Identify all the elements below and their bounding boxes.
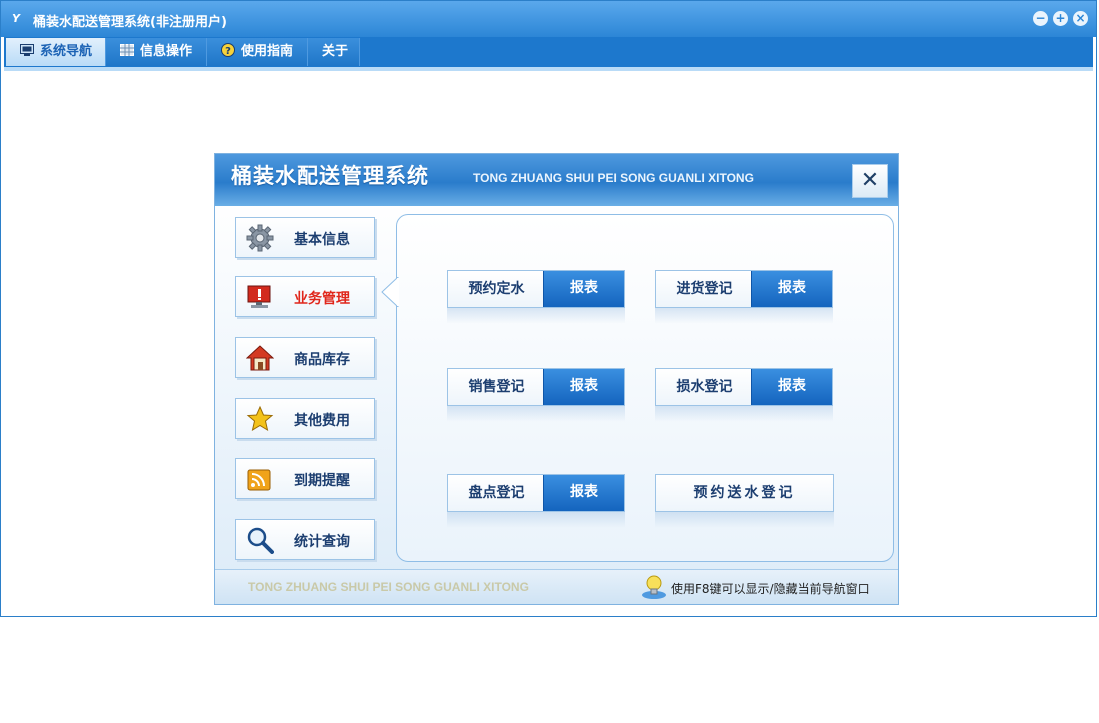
lightbulb-icon bbox=[642, 575, 666, 599]
button-reflection bbox=[655, 308, 833, 324]
nav-label: 商品库存 bbox=[294, 352, 350, 368]
grid-icon bbox=[120, 44, 134, 56]
nav-basic-info[interactable]: 基本信息 bbox=[235, 217, 375, 258]
sales-register-report-button[interactable]: 报表 bbox=[543, 369, 624, 405]
sales-register-button[interactable]: 销售登记 报表 bbox=[447, 368, 625, 406]
help-icon: ? bbox=[221, 43, 235, 57]
tab-system-navigation[interactable]: 系统导航 bbox=[6, 38, 106, 66]
app-logo-icon: Y bbox=[12, 12, 20, 25]
nav-label: 统计查询 bbox=[294, 534, 350, 550]
function-label: 进货登记 bbox=[676, 281, 733, 297]
stocktake-register-report-button[interactable]: 报表 bbox=[543, 475, 624, 511]
pointer-arrow-icon bbox=[381, 277, 399, 307]
menu-bar: 系统导航 信息操作 ? 使用指南 关于 bbox=[4, 37, 1093, 67]
tab-label: 信息操作 bbox=[140, 44, 193, 59]
water-loss-register-report-button[interactable]: 报表 bbox=[751, 369, 832, 405]
restore-icon[interactable]: + bbox=[1053, 11, 1068, 26]
reserve-water-report-button[interactable]: 报表 bbox=[543, 271, 624, 307]
nav-label: 基本信息 bbox=[294, 232, 350, 248]
nav-label: 到期提醒 bbox=[294, 473, 350, 489]
reserve-water-button[interactable]: 预约定水 报表 bbox=[447, 270, 625, 308]
function-label: 盘点登记 bbox=[468, 485, 525, 501]
tab-label: 系统导航 bbox=[40, 44, 93, 59]
function-label: 预约送水登记 bbox=[693, 485, 796, 501]
rss-icon bbox=[247, 469, 271, 491]
title-bar[interactable]: Y 桶装水配送管理系统(非注册用户) − + × bbox=[1, 1, 1096, 37]
function-label: 销售登记 bbox=[468, 379, 525, 395]
panel-close-button[interactable]: ✕ bbox=[852, 164, 888, 198]
minimize-icon[interactable]: − bbox=[1033, 11, 1048, 26]
panel-header: 桶装水配送管理系统 TONG ZHUANG SHUI PEI SONG GUAN… bbox=[215, 154, 898, 206]
panel-footer: TONG ZHUANG SHUI PEI SONG GUANLI XITONG … bbox=[215, 569, 898, 604]
panel-subtitle: TONG ZHUANG SHUI PEI SONG GUANLI XITONG bbox=[473, 171, 754, 185]
nav-business-management[interactable]: 业务管理 bbox=[235, 276, 375, 317]
monitor-icon bbox=[20, 44, 34, 56]
purchase-register-button[interactable]: 进货登记 报表 bbox=[655, 270, 833, 308]
nav-label: 业务管理 bbox=[294, 291, 350, 307]
tab-info-operation[interactable]: 信息操作 bbox=[106, 38, 207, 66]
nav-expiry-reminder[interactable]: 到期提醒 bbox=[235, 458, 375, 499]
svg-text:?: ? bbox=[225, 46, 231, 57]
footer-brand: TONG ZHUANG SHUI PEI SONG GUANLI XITONG bbox=[248, 580, 529, 594]
star-icon bbox=[246, 405, 274, 432]
reserve-delivery-register-button[interactable]: 预约送水登记 bbox=[655, 474, 834, 512]
monitor-alert-icon bbox=[247, 285, 271, 308]
button-reflection bbox=[655, 512, 834, 528]
nav-label: 其他费用 bbox=[294, 413, 350, 429]
close-icon[interactable]: × bbox=[1073, 11, 1088, 26]
button-reflection bbox=[447, 512, 625, 528]
navigation-panel: 桶装水配送管理系统 TONG ZHUANG SHUI PEI SONG GUAN… bbox=[214, 153, 899, 605]
purchase-register-report-button[interactable]: 报表 bbox=[751, 271, 832, 307]
window-controls: − + × bbox=[1033, 11, 1088, 26]
button-reflection bbox=[447, 308, 625, 324]
nav-inventory[interactable]: 商品库存 bbox=[235, 337, 375, 378]
nav-statistics-query[interactable]: 统计查询 bbox=[235, 519, 375, 560]
nav-other-fees[interactable]: 其他费用 bbox=[235, 398, 375, 439]
magnifier-icon bbox=[247, 527, 274, 554]
panel-title: 桶装水配送管理系统 bbox=[231, 163, 429, 188]
water-loss-register-button[interactable]: 损水登记 报表 bbox=[655, 368, 833, 406]
gear-icon bbox=[246, 224, 274, 252]
tab-user-guide[interactable]: ? 使用指南 bbox=[207, 38, 308, 66]
button-reflection bbox=[655, 406, 833, 422]
button-reflection bbox=[447, 406, 625, 422]
home-icon bbox=[246, 345, 274, 371]
tab-label: 关于 bbox=[322, 44, 349, 59]
footer-hint: 使用F8键可以显示/隐藏当前导航窗口 bbox=[671, 582, 870, 596]
tab-about[interactable]: 关于 bbox=[308, 38, 360, 66]
function-label: 预约定水 bbox=[468, 281, 525, 297]
stocktake-register-button[interactable]: 盘点登记 报表 bbox=[447, 474, 625, 512]
function-label: 损水登记 bbox=[676, 379, 733, 395]
window-title: 桶装水配送管理系统(非注册用户) bbox=[33, 15, 227, 30]
tab-label: 使用指南 bbox=[241, 44, 294, 59]
